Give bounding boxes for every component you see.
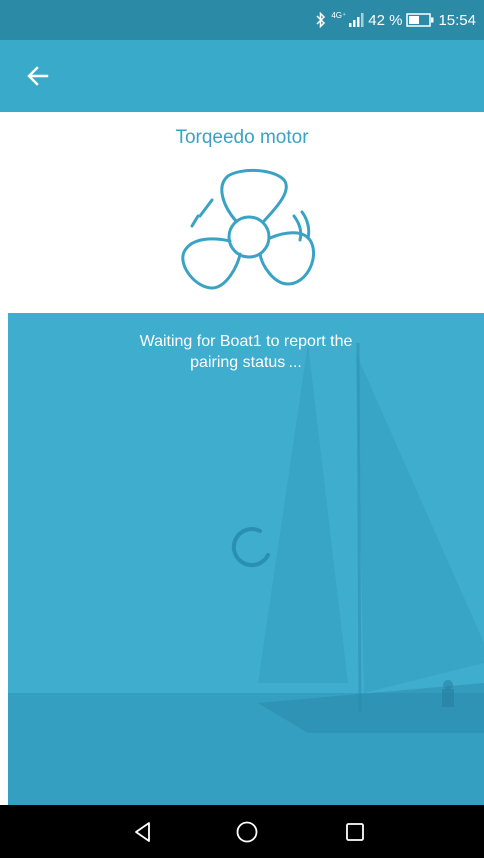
arrow-left-icon [27, 66, 49, 86]
nav-home-button[interactable] [232, 817, 262, 847]
nav-recents-button[interactable] [340, 817, 370, 847]
status-bar: 4G⁺ 42 % 15:54 [0, 0, 484, 40]
waiting-message-line2: pairing status ... [190, 354, 302, 371]
signal-icon [348, 13, 364, 27]
device-title: Torqeedo motor [175, 127, 309, 148]
battery-icon [406, 13, 434, 27]
home-circle-icon [236, 821, 258, 843]
waiting-message: Waiting for Boat1 to report the pairing … [68, 331, 424, 373]
waiting-message-line1: Waiting for Boat1 to report the [139, 333, 353, 350]
battery-percent: 42 % [368, 11, 403, 29]
navigation-bar [0, 805, 484, 858]
loading-spinner-icon [231, 527, 270, 568]
clock: 15:54 [438, 11, 476, 29]
screen: 4G⁺ 42 % 15:54 Torqeedo motor Waiting fo… [0, 0, 484, 858]
back-button[interactable] [22, 60, 54, 92]
back-triangle-icon [135, 822, 150, 842]
app-bar [0, 40, 484, 112]
nav-back-button[interactable] [128, 817, 158, 847]
propeller-icon [181, 169, 315, 290]
network-type-label: 4G⁺ [331, 11, 347, 20]
status-panel: Waiting for Boat1 to report the pairing … [8, 313, 484, 805]
bluetooth-icon [315, 12, 327, 28]
recents-square-icon [346, 823, 364, 841]
